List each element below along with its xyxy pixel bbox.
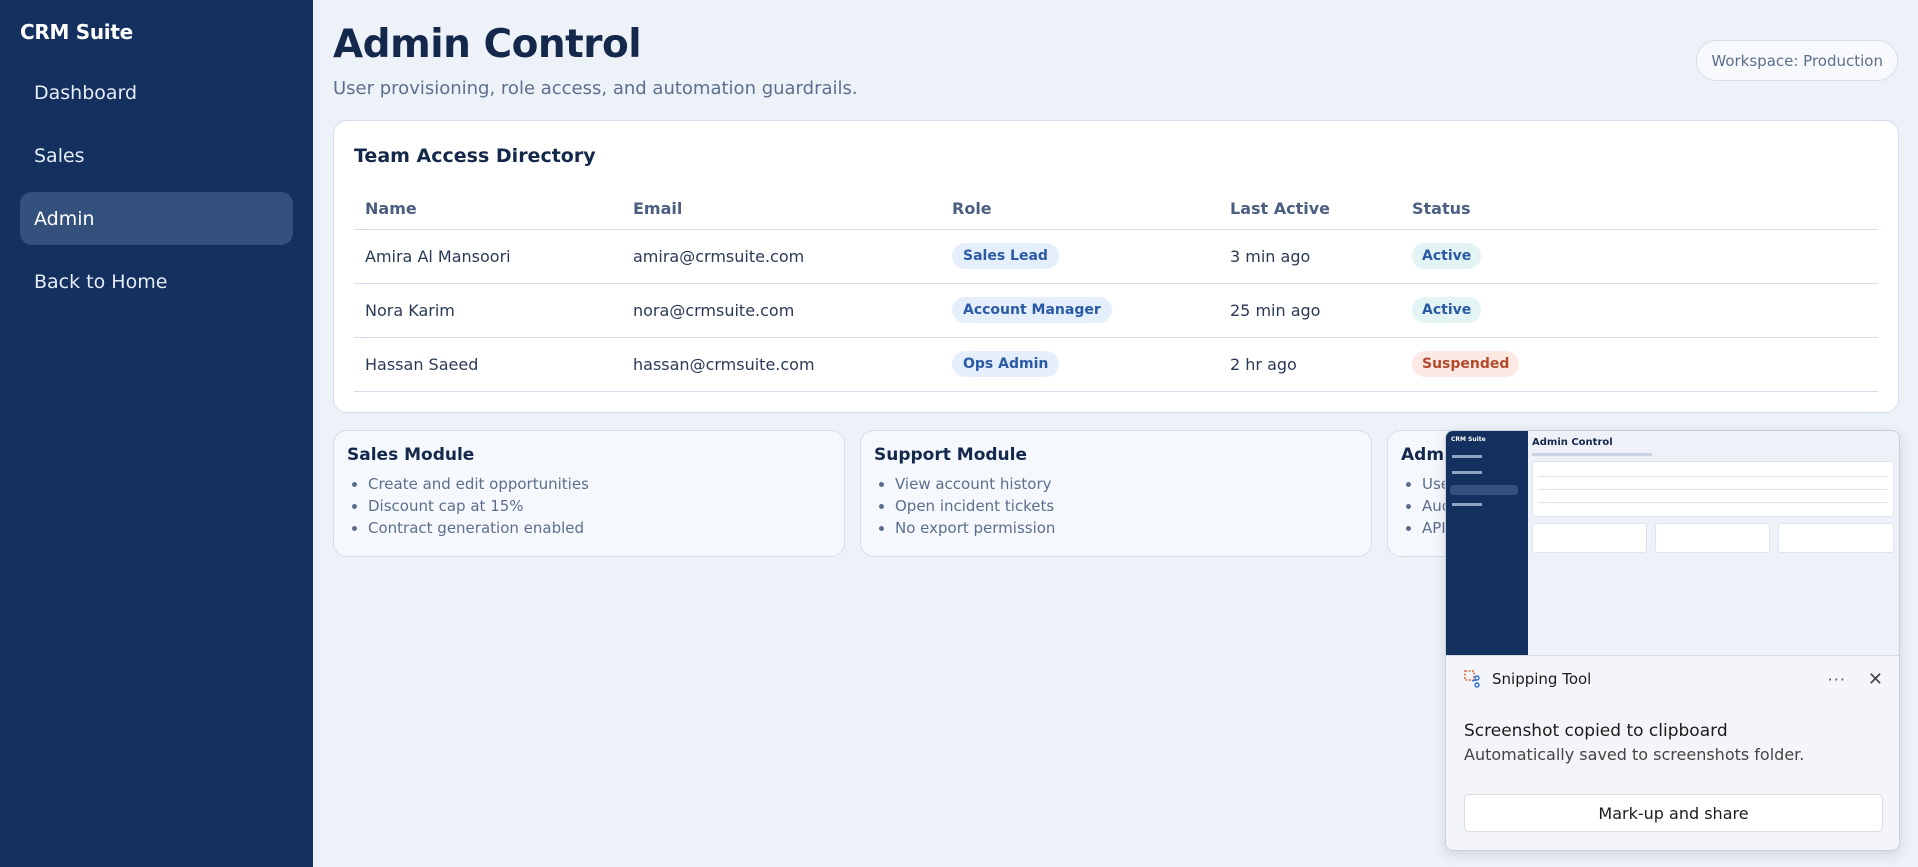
thumbnail-nav-line (1452, 455, 1482, 458)
thumbnail-nav-line (1452, 471, 1482, 474)
sidebar-item-back-to-home[interactable]: Back to Home (20, 255, 293, 308)
thumbnail-row-line (1538, 489, 1888, 490)
sidebar-item-admin[interactable]: Admin (20, 192, 293, 245)
sidebar-item-dashboard[interactable]: Dashboard (20, 66, 293, 119)
page-subtitle: User provisioning, role access, and auto… (333, 78, 858, 99)
thumbnail-row-line (1538, 476, 1888, 477)
sidebar: CRM Suite Dashboard Sales Admin Back to … (0, 0, 313, 867)
snipping-tool-icon (1464, 670, 1480, 688)
list-item: Create and edit opportunities (368, 473, 831, 495)
notification-message: Screenshot copied to clipboard (1464, 721, 1728, 741)
brand-logo-text: CRM Suite (20, 20, 133, 44)
thumbnail-sidebar: CRM Suite (1446, 431, 1528, 655)
table-row[interactable]: Amira Al Mansoori amira@crmsuite.com Sal… (354, 229, 1878, 284)
notification-app-name: Snipping Tool (1492, 670, 1592, 688)
list-item: View account history (895, 473, 1358, 495)
thumbnail-brand: CRM Suite (1451, 436, 1486, 443)
cell-email: nora@crmsuite.com (622, 283, 941, 338)
sidebar-item-sales[interactable]: Sales (20, 129, 293, 182)
cell-role: Ops Admin (941, 337, 1219, 392)
module-title: Sales Module (347, 445, 475, 465)
workspace-selector[interactable]: Workspace: Production (1696, 40, 1898, 81)
markup-and-share-button[interactable]: Mark-up and share (1464, 794, 1883, 832)
cell-name: Hassan Saeed (354, 337, 622, 392)
cell-last-active: 3 min ago (1219, 229, 1401, 284)
cell-name: Nora Karim (354, 283, 622, 338)
role-badge: Sales Lead (952, 243, 1059, 269)
list-item: Contract generation enabled (368, 517, 831, 539)
thumbnail-module-card (1532, 523, 1647, 553)
thumbnail-module-card (1655, 523, 1770, 553)
status-badge: Suspended (1412, 351, 1520, 377)
status-badge: Active (1412, 243, 1482, 269)
team-access-table: Name Email Role Last Active Status Amira… (354, 189, 1878, 392)
thumbnail-module-card (1778, 523, 1894, 553)
thumbnail-nav-active (1450, 485, 1518, 495)
table-row[interactable]: Hassan Saeed hassan@crmsuite.com Ops Adm… (354, 337, 1878, 392)
screenshot-thumbnail[interactable]: CRM Suite Admin Control (1446, 431, 1899, 656)
cell-status: Active (1401, 229, 1878, 284)
thumbnail-subtitle-line (1532, 453, 1652, 456)
role-badge: Ops Admin (952, 351, 1060, 377)
column-header-last-active[interactable]: Last Active (1219, 189, 1401, 230)
cell-role: Account Manager (941, 283, 1219, 338)
snipping-tool-notification[interactable]: CRM Suite Admin Control Snipping Tool ··… (1445, 430, 1900, 851)
cell-status: Active (1401, 283, 1878, 338)
thumbnail-row-line (1538, 502, 1888, 503)
cell-name: Amira Al Mansoori (354, 229, 622, 284)
column-header-status[interactable]: Status (1401, 189, 1878, 230)
cell-last-active: 2 hr ago (1219, 337, 1401, 392)
team-access-directory-card: Team Access Directory Name Email Role La… (333, 120, 1899, 413)
cell-status: Suspended (1401, 337, 1878, 392)
cell-role: Sales Lead (941, 229, 1219, 284)
column-header-email[interactable]: Email (622, 189, 941, 230)
more-options-icon[interactable]: ··· (1828, 670, 1846, 689)
status-badge: Active (1412, 297, 1482, 323)
notification-header: Snipping Tool ··· ✕ (1446, 656, 1899, 702)
cell-last-active: 25 min ago (1219, 283, 1401, 338)
column-header-role[interactable]: Role (941, 189, 1219, 230)
page-title: Admin Control (333, 22, 642, 67)
role-badge: Account Manager (952, 297, 1112, 323)
list-item: No export permission (895, 517, 1358, 539)
card-title: Team Access Directory (354, 145, 596, 167)
list-item: Open incident tickets (895, 495, 1358, 517)
table-header-row: Name Email Role Last Active Status (354, 189, 1878, 230)
thumbnail-nav-line (1452, 503, 1482, 506)
list-item: Discount cap at 15% (368, 495, 831, 517)
notification-submessage: Automatically saved to screenshots folde… (1464, 745, 1805, 764)
module-permission-list: View account history Open incident ticke… (874, 473, 1358, 539)
cell-email: hassan@crmsuite.com (622, 337, 941, 392)
cell-email: amira@crmsuite.com (622, 229, 941, 284)
support-module-card: Support Module View account history Open… (860, 430, 1372, 557)
column-header-name[interactable]: Name (354, 189, 622, 230)
module-permission-list: Create and edit opportunities Discount c… (347, 473, 831, 539)
module-title: Support Module (874, 445, 1028, 465)
thumbnail-title: Admin Control (1532, 437, 1613, 448)
close-icon[interactable]: ✕ (1868, 669, 1883, 690)
table-row[interactable]: Nora Karim nora@crmsuite.com Account Man… (354, 283, 1878, 338)
sales-module-card: Sales Module Create and edit opportuniti… (333, 430, 845, 557)
